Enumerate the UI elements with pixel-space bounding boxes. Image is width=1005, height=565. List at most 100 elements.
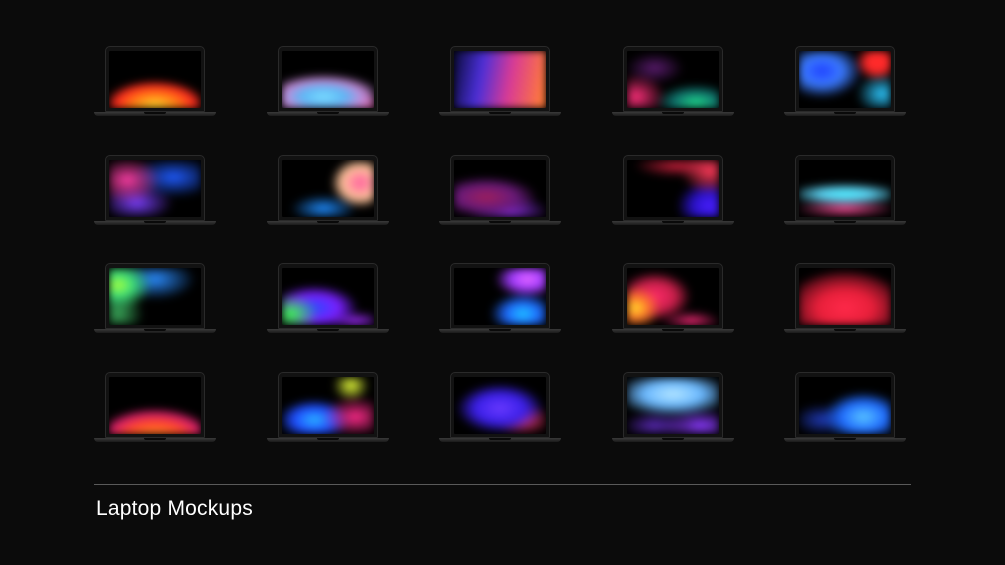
laptop-screen [109, 51, 201, 108]
laptop-magenta-teal [612, 46, 734, 118]
laptop-screen [799, 51, 891, 108]
laptop-fire-wave [94, 46, 216, 118]
laptop-lid [623, 46, 723, 112]
laptop-purple-orange [439, 46, 561, 118]
laptop-notch [662, 221, 684, 223]
laptop-yellow-red-triangle [612, 263, 734, 335]
laptop-lid [623, 263, 723, 329]
laptop-notch [489, 112, 511, 114]
laptop-blue-peach [267, 155, 389, 227]
laptop-lid [795, 372, 895, 438]
laptop-lid [623, 155, 723, 221]
laptop-lid [105, 263, 205, 329]
laptop-lid [795, 263, 895, 329]
laptop-notch [662, 112, 684, 114]
wallpaper-gradient [282, 377, 374, 434]
wallpaper-gradient [282, 268, 374, 325]
laptop-notch [662, 329, 684, 331]
laptop-screen [282, 268, 374, 325]
laptop-lid [795, 46, 895, 112]
laptop-maroon-violet [439, 155, 561, 227]
laptop-screen [109, 160, 201, 217]
laptop-lid [278, 155, 378, 221]
wallpaper-gradient [109, 377, 201, 434]
laptop-lid [450, 155, 550, 221]
laptop-lid [450, 372, 550, 438]
laptop-blue-red [784, 46, 906, 118]
laptop-notch [489, 329, 511, 331]
divider-line [94, 484, 911, 485]
laptop-cyan-pink-wave [267, 46, 389, 118]
laptop-lid [105, 46, 205, 112]
laptop-notch [834, 329, 856, 331]
laptop-notch [489, 438, 511, 440]
wallpaper-gradient [282, 51, 374, 108]
wallpaper-gradient [454, 160, 546, 217]
laptop-screen [627, 268, 719, 325]
laptop-notch [834, 438, 856, 440]
laptop-screen [454, 377, 546, 434]
laptop-deep-blue [784, 372, 906, 444]
laptop-red-indigo-corner [612, 155, 734, 227]
laptop-lid [623, 372, 723, 438]
laptop-lid [278, 46, 378, 112]
laptop-screen [627, 51, 719, 108]
page-title: Laptop Mockups [96, 497, 253, 520]
laptop-notch [144, 329, 166, 331]
mockup-grid [94, 46, 906, 442]
wallpaper-gradient [627, 51, 719, 108]
laptop-notch [317, 112, 339, 114]
laptop-screen [799, 160, 891, 217]
laptop-screen [627, 160, 719, 217]
laptop-screen [282, 51, 374, 108]
laptop-screen [109, 377, 201, 434]
laptop-lime-blue [94, 263, 216, 335]
laptop-notch [317, 221, 339, 223]
wallpaper-gradient [282, 160, 374, 217]
wallpaper-gradient [109, 160, 201, 217]
laptop-red-glow [784, 263, 906, 335]
laptop-notch [834, 221, 856, 223]
laptop-indigo-blob [439, 372, 561, 444]
laptop-notch [317, 329, 339, 331]
laptop-lid [450, 46, 550, 112]
laptop-screen [799, 377, 891, 434]
laptop-yellow-pink-blue [267, 372, 389, 444]
laptop-notch [144, 221, 166, 223]
wallpaper-gradient [799, 160, 891, 217]
wallpaper-gradient [454, 51, 546, 108]
laptop-screen [282, 160, 374, 217]
wallpaper-gradient [454, 377, 546, 434]
laptop-notch [144, 438, 166, 440]
laptop-screen [454, 51, 546, 108]
laptop-screen [454, 268, 546, 325]
wallpaper-gradient [799, 377, 891, 434]
laptop-violet-blue-right [439, 263, 561, 335]
wallpaper-gradient [799, 51, 891, 108]
laptop-lid [795, 155, 895, 221]
wallpaper-gradient [799, 268, 891, 325]
laptop-lid [278, 372, 378, 438]
laptop-lid [450, 263, 550, 329]
laptop-cyan-wave [784, 155, 906, 227]
laptop-lid [105, 372, 205, 438]
laptop-notch [489, 221, 511, 223]
laptop-notch [834, 112, 856, 114]
laptop-notch [144, 112, 166, 114]
wallpaper-gradient [627, 377, 719, 434]
wallpaper-gradient [627, 160, 719, 217]
laptop-screen [454, 160, 546, 217]
laptop-screen [799, 268, 891, 325]
laptop-lightblue-violet [612, 372, 734, 444]
laptop-screen [282, 377, 374, 434]
wallpaper-gradient [454, 268, 546, 325]
laptop-screen [109, 268, 201, 325]
laptop-notch [317, 438, 339, 440]
wallpaper-gradient [627, 268, 719, 325]
laptop-screen [627, 377, 719, 434]
wallpaper-gradient [109, 268, 201, 325]
laptop-lid [278, 263, 378, 329]
laptop-lid [105, 155, 205, 221]
laptop-pink-blue-diagonal [94, 155, 216, 227]
laptop-green-violet [267, 263, 389, 335]
